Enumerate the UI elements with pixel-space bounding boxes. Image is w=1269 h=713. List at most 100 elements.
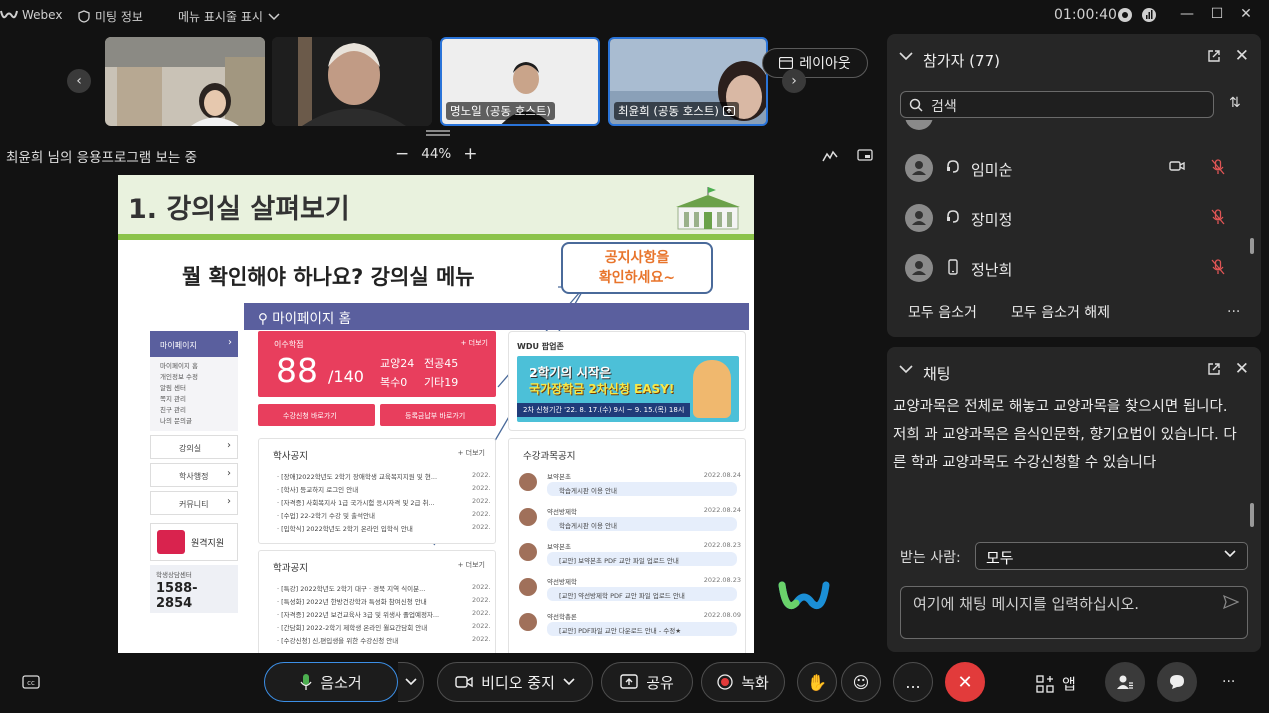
panel-title: 학사공지 <box>273 451 308 462</box>
resize-handle[interactable] <box>426 130 450 136</box>
timer-icon[interactable] <box>1117 7 1133 23</box>
course-date: 2022.08.23 <box>703 541 741 549</box>
participants-scrollbar[interactable] <box>1249 122 1255 312</box>
sort-icon[interactable]: ⇅ <box>1229 95 1241 111</box>
chat-scrollbar[interactable] <box>1249 393 1255 541</box>
more-icon[interactable]: ... <box>1227 300 1240 316</box>
end-call-icon[interactable]: ✕ <box>945 662 985 702</box>
apps-button[interactable]: 앱 <box>1036 673 1076 694</box>
popup-zone-title: WDU 팝업존 <box>517 342 564 351</box>
chevron-down-icon[interactable] <box>899 50 913 65</box>
mic-muted-icon[interactable] <box>1211 159 1225 175</box>
close-icon[interactable]: ✕ <box>1236 6 1256 22</box>
meeting-info-button[interactable]: 미팅 정보 <box>78 8 143 25</box>
course-message: 학습게시판 이용 안내 <box>547 482 737 496</box>
course-writer: 보약본초 <box>547 473 571 481</box>
stop-video-button[interactable]: 비디오 중지 <box>437 662 593 702</box>
participant-search-input[interactable]: 검색 <box>900 91 1214 118</box>
monitor-icon <box>157 530 185 554</box>
thumb-name-text: 최윤희 (공동 호스트) <box>618 104 719 118</box>
zoom-out-button[interactable]: − <box>395 146 409 163</box>
chat-panel: 채팅 ✕ 교양과목은 전체로 해놓고 교양과목을 찾으시면 됩니다. 저희 과 … <box>887 347 1261 652</box>
notice-row: · [입학식] 2022학년도 2학기 온라인 입학식 안내 2022.08.26 <box>277 523 491 533</box>
layout-label: 레이아웃 <box>799 56 851 72</box>
layout-button[interactable]: 레이아웃 <box>762 48 868 78</box>
panel-more: + 더보기 <box>457 561 485 569</box>
video-icon[interactable] <box>1169 160 1185 172</box>
participants-title: 참가자 (77) <box>923 52 1000 70</box>
course-date: 2022.08.24 <box>703 471 741 479</box>
participant-row[interactable]: 임미순 <box>905 151 1225 185</box>
video-thumbnail[interactable] <box>105 37 265 126</box>
annotate-icon[interactable] <box>822 149 838 163</box>
slide-sidebar: 마이페이지 마이페이지 홈 개인정보 수정 알림 센터 쪽지 관리 친구 관리 … <box>150 331 238 613</box>
callout-line2: 확인하세요~ <box>598 270 676 286</box>
send-icon[interactable] <box>1223 595 1239 609</box>
participants-icon[interactable] <box>1105 662 1145 702</box>
arrow-left-icon[interactable]: ‹ <box>67 69 91 93</box>
credit-double: 복수0 <box>380 376 408 389</box>
chat-title: 채팅 <box>923 365 951 383</box>
shield-icon <box>78 10 90 23</box>
video-thumbnail[interactable] <box>272 37 432 126</box>
mute-button[interactable]: 음소거 <box>264 662 398 702</box>
maximize-icon[interactable]: ☐ <box>1207 6 1227 22</box>
course-writer: 약선방제학 <box>547 578 577 586</box>
course-notice-row: 보약본초 2022.08.24 학습게시판 이용 안내 <box>519 471 745 507</box>
academic-notice-panel: 학사공지 + 더보기 · [장애]2022학년도 2학기 장애학생 교육복지지원… <box>258 438 496 544</box>
credit-major: 전공45 <box>424 357 459 370</box>
mic-muted-icon[interactable] <box>1211 259 1225 275</box>
user-icon: ⚲ <box>258 311 268 327</box>
more-icon[interactable]: ... <box>893 662 933 702</box>
cc-icon[interactable]: cc <box>22 675 40 689</box>
zoom-in-button[interactable]: + <box>463 146 477 163</box>
video-thumbnail[interactable]: 최윤희 (공동 호스트) <box>608 37 768 126</box>
notice-row: · [특강] 2022학년도 2학기 대구 · 경북 지역 식이분... 2022… <box>277 583 491 593</box>
notice-row: · [특성화] 2022년 한방건강학과 특성화 참여신청 안내 2022.08.… <box>277 596 491 606</box>
participant-row[interactable]: 정난희 <box>905 251 1225 285</box>
notice-date: 2022.08.17 <box>472 622 491 630</box>
share-button[interactable]: 공유 <box>601 662 693 702</box>
notice-row: · [자격증] 사회복지사 1급 국가시험 응시자격 및 2급 취... 2022… <box>277 497 491 507</box>
scroll-thumb[interactable] <box>1250 238 1254 254</box>
raise-hand-icon[interactable]: ✋ <box>797 662 837 702</box>
arrow-right-icon[interactable]: › <box>782 69 806 93</box>
partial-avatar <box>905 120 933 130</box>
notice-row: · [장애]2022학년도 2학기 장애학생 교육복지지원 및 현... 2022… <box>277 471 491 481</box>
avatar <box>519 578 537 596</box>
webex-logo-icon <box>0 10 18 19</box>
phone-label: 학생상담센터 <box>156 571 192 579</box>
notice-row: · [자격증] 2022년 보건교육사 3급 및 위생사 졸업예정자... 202… <box>277 609 491 619</box>
mic-muted-icon[interactable] <box>1211 209 1225 225</box>
chevron-down-icon[interactable] <box>899 363 913 378</box>
popout-icon[interactable] <box>1207 362 1221 376</box>
menu-display-toggle[interactable]: 메뉴 표시줄 표시 <box>178 8 280 25</box>
menu-display-label: 메뉴 표시줄 표시 <box>178 10 263 24</box>
reaction-icon[interactable]: ☺ <box>841 662 881 702</box>
participant-row[interactable]: 장미정 <box>905 201 1225 235</box>
popout-icon[interactable] <box>857 149 873 163</box>
video-label: 비디오 중지 <box>481 673 555 692</box>
course-writer: 약선방제학 <box>547 508 577 516</box>
audio-options-button[interactable] <box>398 662 424 702</box>
chat-input[interactable]: 여기에 채팅 메시지를 입력하십시오. <box>900 586 1248 639</box>
scroll-thumb[interactable] <box>1250 503 1254 527</box>
recipient-select[interactable]: 모두 <box>975 542 1248 570</box>
sidebar-sub-item: 마이페이지 홈 <box>160 362 198 370</box>
minimize-icon[interactable]: — <box>1177 6 1197 22</box>
close-icon[interactable]: ✕ <box>1235 359 1249 379</box>
chat-icon[interactable] <box>1157 662 1197 702</box>
popout-icon[interactable] <box>1207 49 1221 63</box>
notice-date: 2022.08.08 <box>472 635 491 643</box>
record-button[interactable]: 녹화 <box>701 662 785 702</box>
stats-icon[interactable] <box>1141 7 1157 23</box>
video-thumbnail[interactable]: 명노일 (공동 호스트) <box>440 37 600 126</box>
unmute-all-button[interactable]: 모두 음소거 해제 <box>1011 302 1110 322</box>
chat-message: 교양과목은 전체로 해놓고 교양과목을 찾으시면 됩니다. 저희 과 교양과목은… <box>893 399 1237 471</box>
mute-all-button[interactable]: 모두 음소거 <box>908 302 977 322</box>
thumb-name: 최윤희 (공동 호스트) <box>614 102 739 120</box>
notice-row: · [학사] 등교하지 로그인 안내 2022.08.31 <box>277 484 491 494</box>
more-options-icon[interactable]: ··· <box>1222 674 1235 690</box>
close-icon[interactable]: ✕ <box>1235 46 1249 66</box>
search-placeholder: 검색 <box>931 99 957 115</box>
